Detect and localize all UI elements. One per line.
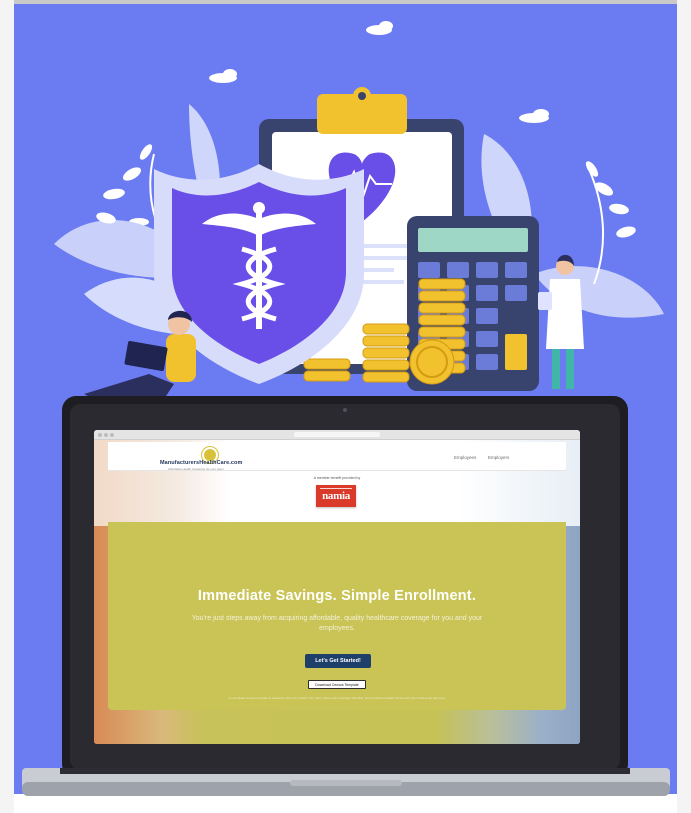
partner-logo-text: namia bbox=[322, 490, 350, 502]
download-census-button[interactable]: Download Census Template bbox=[308, 680, 366, 689]
nav-employees[interactable]: Employees bbox=[454, 455, 476, 460]
laptop-screen: ManufacturersHealthCare.com Affordable H… bbox=[94, 430, 580, 744]
nav-employers[interactable]: Employers bbox=[488, 455, 509, 460]
logo-stripe bbox=[320, 488, 352, 489]
brand-tagline: Affordable Health Insurance for your tea… bbox=[168, 467, 224, 471]
hero-subtext: You're just steps away from acquiring af… bbox=[191, 615, 483, 632]
partner-logo[interactable]: namia bbox=[316, 485, 356, 507]
hero-headline: Immediate Savings. Simple Enrollment. bbox=[197, 588, 477, 604]
page-frame: ManufacturersHealthCare.com Affordable H… bbox=[0, 0, 691, 813]
get-started-button[interactable]: Let's Get Started! bbox=[305, 654, 371, 668]
window-minimize-icon[interactable] bbox=[104, 433, 108, 437]
address-bar[interactable] bbox=[294, 432, 380, 437]
provided-by-label: A member benefit provided by bbox=[313, 476, 361, 480]
window-maximize-icon[interactable] bbox=[110, 433, 114, 437]
browser-chrome bbox=[94, 430, 580, 440]
brand-name: ManufacturersHealthCare.com bbox=[160, 460, 243, 466]
site-header: ManufacturersHealthCare.com Affordable H… bbox=[108, 442, 566, 471]
fine-print: A completed census template is needed in… bbox=[228, 696, 446, 700]
window-close-icon[interactable] bbox=[98, 433, 102, 437]
